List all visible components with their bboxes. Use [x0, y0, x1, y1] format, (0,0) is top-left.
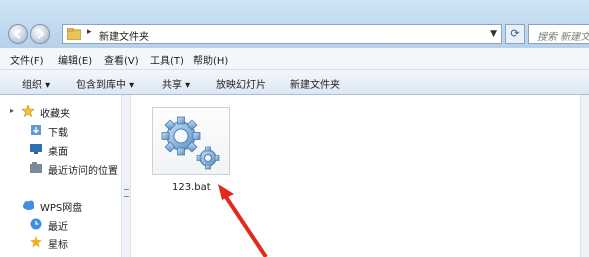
refresh-icon: ⟳: [510, 27, 520, 40]
star-icon: [22, 105, 34, 117]
desktop-icon: [30, 144, 42, 154]
forward-button[interactable]: [30, 24, 50, 44]
menu-tools[interactable]: 工具(T): [150, 52, 184, 67]
menu-file[interactable]: 文件(F): [10, 52, 44, 67]
command-bar: 组织 ▾ 包含到库中 ▾ 共享 ▾ 放映幻灯片 新建文件夹: [0, 70, 589, 95]
menu-help[interactable]: 帮助(H): [193, 52, 228, 67]
splitter-grip[interactable]: [124, 189, 129, 197]
address-bar[interactable]: ▸ 新建文件夹 ▼: [62, 24, 502, 44]
navigation-pane: ▸ 收藏夹 下载 桌面 最近访问的位置 WPS网盘 最近 星标: [0, 95, 121, 257]
file-name[interactable]: 123.bat: [172, 182, 211, 193]
nav-item-favorites[interactable]: 收藏夹: [40, 105, 70, 120]
download-icon: [31, 125, 41, 135]
breadcrumb-separator[interactable]: ▸: [87, 27, 92, 37]
slideshow-button[interactable]: 放映幻灯片: [216, 76, 266, 91]
search-placeholder: 搜索 新建文: [537, 32, 589, 43]
back-button[interactable]: [8, 24, 28, 44]
clock-icon: [30, 218, 42, 230]
content-scrollbar[interactable]: [580, 95, 589, 257]
breadcrumb[interactable]: 新建文件夹: [99, 28, 149, 43]
nav-item-wps[interactable]: WPS网盘: [40, 199, 82, 214]
address-strip: ▸ 新建文件夹 ▼ ⟳ 搜索 新建文: [0, 0, 589, 48]
recent-places-icon: [30, 162, 42, 173]
expand-icon[interactable]: ▸: [10, 106, 14, 115]
share-button[interactable]: 共享 ▾: [162, 76, 190, 91]
red-arrow-annotation: [218, 184, 268, 257]
refresh-button[interactable]: ⟳: [505, 24, 525, 44]
new-folder-button[interactable]: 新建文件夹: [290, 76, 340, 91]
nav-pane-splitter[interactable]: [121, 95, 131, 257]
search-input[interactable]: 搜索 新建文: [528, 24, 589, 44]
include-in-library-button[interactable]: 包含到库中 ▾: [76, 76, 134, 91]
folder-icon: [67, 28, 81, 40]
nav-item-desktop[interactable]: 桌面: [48, 143, 68, 158]
star-icon: [30, 236, 42, 248]
menu-bar: 文件(F) 编辑(E) 查看(V) 工具(T) 帮助(H): [0, 48, 589, 70]
organize-button[interactable]: 组织 ▾: [22, 76, 50, 91]
nav-item-recent[interactable]: 最近: [48, 218, 68, 233]
forward-arrow-icon: [37, 29, 45, 39]
cloud-icon: [23, 200, 34, 210]
menu-view[interactable]: 查看(V): [104, 52, 139, 67]
nav-item-starred[interactable]: 星标: [48, 236, 68, 251]
nav-item-recent-places[interactable]: 最近访问的位置: [48, 162, 118, 177]
back-arrow-icon: [13, 29, 21, 39]
nav-item-download[interactable]: 下载: [48, 124, 68, 139]
file-thumbnail[interactable]: [152, 107, 230, 175]
chevron-down-icon[interactable]: ▼: [490, 29, 497, 39]
gears-icon: [161, 116, 220, 170]
menu-edit[interactable]: 编辑(E): [58, 52, 92, 67]
